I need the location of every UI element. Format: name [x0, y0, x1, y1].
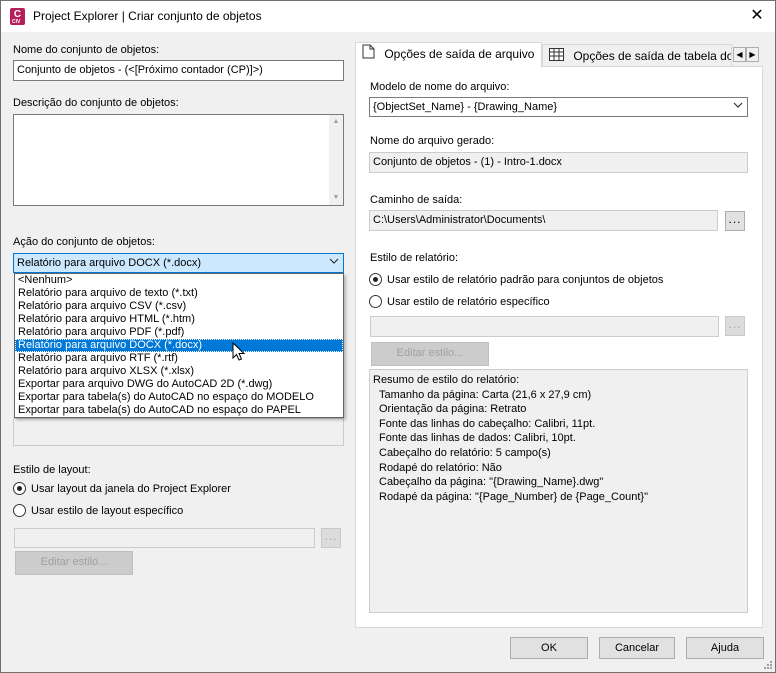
list-item[interactable]: Relatório para arquivo PDF (*.pdf) — [15, 326, 343, 339]
civil3d-app-icon: C CIV — [10, 8, 25, 25]
summary-line: Tamanho da página: Carta (21,6 x 27,9 cm… — [379, 388, 592, 401]
action-combobox-value: Relatório para arquivo DOCX (*.docx) — [17, 257, 202, 269]
radio-selected-icon[interactable] — [13, 482, 26, 495]
chevron-down-icon[interactable] — [329, 256, 339, 269]
action-label: Ação do conjunto de objetos: — [13, 236, 155, 248]
list-item-selected[interactable]: Relatório para arquivo DOCX (*.docx) — [15, 339, 343, 352]
radio-selected-icon[interactable] — [369, 273, 382, 286]
summary-line: Cabeçalho do relatório: 5 campo(s) — [379, 446, 551, 459]
summary-line: Fonte das linhas de dados: Calibri, 10pt… — [379, 432, 576, 445]
dialog-window: C CIV Project Explorer | Criar conjunto … — [0, 0, 776, 673]
help-button[interactable]: Ajuda — [686, 637, 764, 659]
list-item[interactable]: Relatório para arquivo de texto (*.txt) — [15, 287, 343, 300]
list-item[interactable]: Relatório para arquivo XLSX (*.xlsx) — [15, 365, 343, 378]
list-item[interactable]: Exportar para tabela(s) do AutoCAD no es… — [15, 391, 343, 404]
summary-line: Rodapé da página: "{Page_Number} de {Pag… — [379, 490, 648, 503]
table-icon — [549, 46, 564, 67]
summary-line: Rodapé do relatório: Não — [379, 461, 502, 474]
radio-layout-specific[interactable]: Usar estilo de layout específico — [13, 504, 183, 518]
layout-style-label: Estilo de layout: — [13, 464, 91, 476]
radio-layout-specific-label: Usar estilo de layout específico — [31, 505, 184, 517]
action-options-box — [13, 418, 344, 446]
tab-file-output-label: Opções de saída de arquivo — [384, 47, 535, 61]
list-item[interactable]: <Nenhum> — [15, 274, 343, 287]
list-item[interactable]: Exportar para tabela(s) do AutoCAD no es… — [15, 404, 343, 417]
document-icon — [362, 44, 375, 66]
radio-specific-report-style[interactable]: Usar estilo de relatório específico — [369, 295, 550, 309]
tab-scroll-right-icon[interactable]: ▶ — [746, 47, 759, 62]
summary-line: Fonte das linhas do cabeçalho: Calibri, … — [379, 417, 596, 430]
report-edit-style-button: Editar estilo... — [371, 342, 489, 366]
radio-unselected-icon[interactable] — [369, 295, 382, 308]
close-icon[interactable]: ✕ — [745, 5, 769, 27]
report-style-browse-button: ... — [725, 316, 745, 336]
action-combobox[interactable]: Relatório para arquivo DOCX (*.docx) — [13, 253, 344, 273]
name-label: Nome do conjunto de objetos: — [13, 44, 160, 56]
scroll-down-icon[interactable]: ▼ — [329, 191, 343, 205]
list-item[interactable]: Exportar para arquivo DWG do AutoCAD 2D … — [15, 378, 343, 391]
tab-scroll-left-icon[interactable]: ◀ — [733, 47, 746, 62]
object-set-name-input[interactable]: Conjunto de objetos - (<[Próximo contado… — [13, 60, 344, 81]
specific-report-style-input — [370, 316, 719, 337]
tab-table-output-label: Opções de saída de tabela do — [573, 49, 732, 63]
output-path-label: Caminho de saída: — [370, 194, 463, 206]
ok-button[interactable]: OK — [510, 637, 588, 659]
layout-browse-button: ... — [321, 528, 341, 548]
radio-specific-report-style-label: Usar estilo de relatório específico — [387, 296, 550, 308]
radio-unselected-icon[interactable] — [13, 504, 26, 517]
radio-layout-window-label: Usar layout da janela do Project Explore… — [31, 483, 231, 495]
window-title: Project Explorer | Criar conjunto de obj… — [33, 9, 262, 23]
report-style-label: Estilo de relatório: — [370, 252, 459, 264]
description-textarea[interactable]: ▲ ▼ — [13, 114, 344, 206]
filename-template-value: {ObjectSet_Name} - {Drawing_Name} — [373, 101, 558, 113]
description-label: Descrição do conjunto de objetos: — [13, 97, 179, 109]
report-style-summary: Resumo de estilo do relatório: Tamanho d… — [369, 369, 748, 613]
layout-edit-style-button: Editar estilo... — [15, 551, 133, 575]
description-scrollbar[interactable]: ▲ ▼ — [329, 115, 343, 205]
summary-line: Orientação da página: Retrato — [379, 403, 527, 416]
filename-template-label: Modelo de nome do arquivo: — [370, 81, 510, 93]
filename-template-combobox[interactable]: {ObjectSet_Name} - {Drawing_Name} — [369, 97, 748, 117]
tab-file-output[interactable]: Opções de saída de arquivo — [355, 42, 542, 68]
mouse-pointer-icon — [232, 342, 246, 361]
chevron-down-icon[interactable] — [733, 100, 743, 113]
output-path-field: C:\Users\Administrator\Documents\ — [369, 210, 718, 231]
generated-name-field: Conjunto de objetos - (1) - Intro-1.docx — [369, 152, 748, 173]
list-item[interactable]: Relatório para arquivo RTF (*.rtf) — [15, 352, 343, 365]
scroll-up-icon[interactable]: ▲ — [329, 115, 343, 129]
list-item[interactable]: Relatório para arquivo HTML (*.htm) — [15, 313, 343, 326]
tab-table-output[interactable]: Opções de saída de tabela do — [542, 44, 732, 67]
layout-style-input — [14, 528, 315, 548]
list-item[interactable]: Relatório para arquivo CSV (*.csv) — [15, 300, 343, 313]
radio-layout-window[interactable]: Usar layout da janela do Project Explore… — [13, 482, 231, 496]
summary-line: Cabeçalho da página: "{Drawing_Name}.dwg… — [379, 476, 604, 489]
output-path-browse-button[interactable]: ... — [725, 211, 745, 231]
radio-default-report-style-label: Usar estilo de relatório padrão para con… — [387, 274, 664, 286]
radio-default-report-style[interactable]: Usar estilo de relatório padrão para con… — [369, 273, 663, 287]
generated-name-label: Nome do arquivo gerado: — [370, 135, 495, 147]
summary-title: Resumo de estilo do relatório: — [373, 374, 520, 386]
cancel-button[interactable]: Cancelar — [599, 637, 675, 659]
resize-grip-icon[interactable] — [762, 659, 772, 669]
action-dropdown-list[interactable]: <Nenhum> Relatório para arquivo de texto… — [14, 273, 344, 418]
title-bar: C CIV Project Explorer | Criar conjunto … — [1, 1, 775, 32]
